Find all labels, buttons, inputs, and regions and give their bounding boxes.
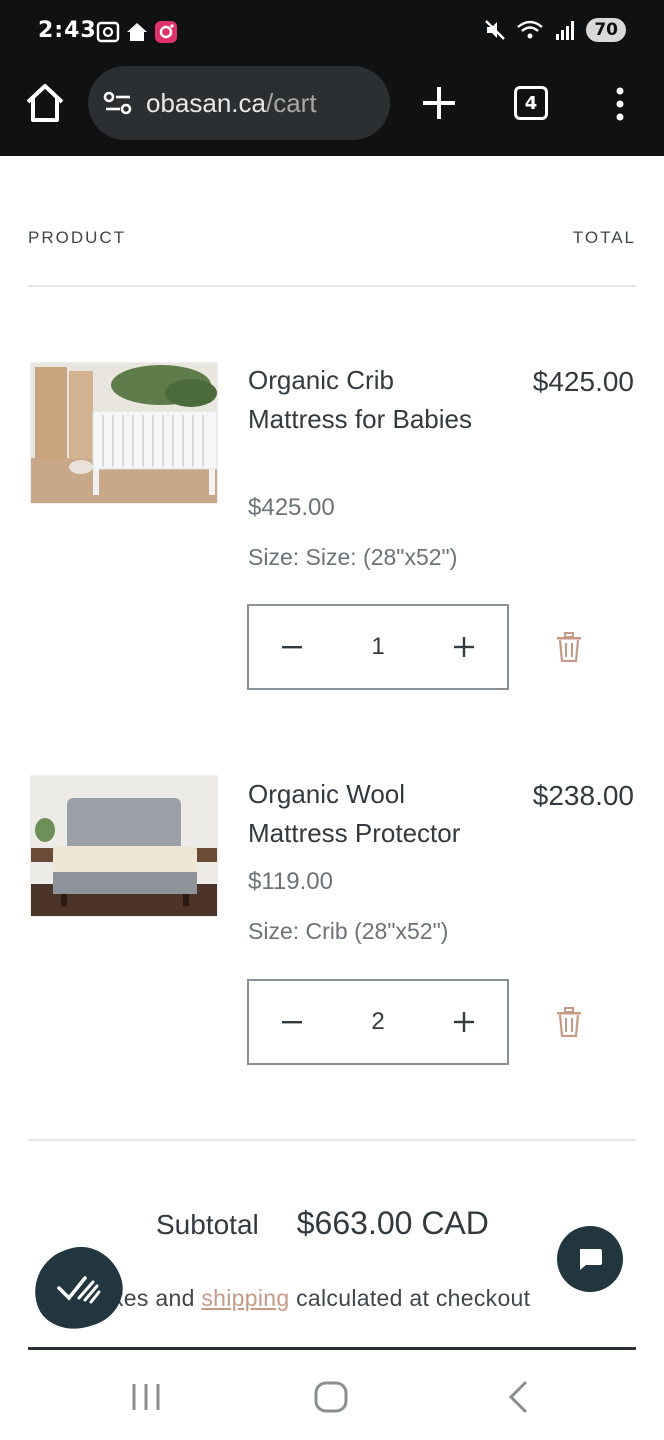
taxes-note: xes and shipping calculated at checkout <box>112 1285 530 1312</box>
subtotal-label: Subtotal <box>156 1209 259 1240</box>
chat-button[interactable] <box>557 1226 623 1292</box>
wifi-icon <box>517 20 544 39</box>
item-size: Size: Crib (28"x52") <box>248 918 449 944</box>
status-left-icons <box>96 20 178 44</box>
item-size: Size: Size: (28"x52") <box>248 544 458 570</box>
mattress-protector-image[interactable] <box>30 775 218 917</box>
minus-icon <box>282 646 302 649</box>
divider <box>28 1139 636 1141</box>
battery-indicator: 70 <box>586 18 626 42</box>
signal-icon <box>556 21 575 40</box>
item-unit-price: $425.00 <box>248 494 335 521</box>
bed-photo <box>31 776 217 916</box>
crib-mattress-image[interactable] <box>30 362 218 504</box>
item-title[interactable]: Organic Crib Mattress for Babies <box>248 361 498 439</box>
plus-icon <box>454 1012 474 1032</box>
crib-photo <box>31 363 217 503</box>
status-right-icons: 70 <box>484 18 626 42</box>
checkout-section-border <box>28 1347 636 1350</box>
minus-icon <box>282 1021 302 1024</box>
quantity-stepper: 2 <box>247 979 509 1065</box>
system-navigation-bar <box>0 1356 664 1440</box>
browser-toolbar: obasan.ca/cart 4 <box>0 60 664 156</box>
item-line-total: $425.00 <box>532 366 634 397</box>
address-bar[interactable]: obasan.ca/cart <box>88 66 390 140</box>
url-text[interactable]: obasan.ca/cart <box>146 88 317 119</box>
new-tab-button[interactable] <box>420 84 458 122</box>
more-options-icon[interactable] <box>610 86 630 122</box>
check-marks-icon <box>57 1276 101 1304</box>
divider <box>28 285 636 287</box>
accessibility-badge-button[interactable] <box>23 1236 133 1340</box>
cart-table-header: PRODUCT TOTAL <box>28 228 636 248</box>
header-total: TOTAL <box>572 228 636 247</box>
item-unit-price: $119.00 <box>248 868 333 895</box>
status-bar: 2:43 70 <box>0 0 664 60</box>
tab-count: 4 <box>524 92 538 114</box>
screenshot-icon <box>96 21 120 43</box>
url-path: /cart <box>265 87 317 118</box>
taxes-suffix: calculated at checkout <box>289 1285 531 1311</box>
subtotal-value: $663.00 CAD <box>296 1205 489 1241</box>
site-settings-icon[interactable] <box>102 89 134 117</box>
item-line-total: $238.00 <box>532 780 634 811</box>
taxes-prefix: xes and <box>112 1285 202 1311</box>
home-button[interactable] <box>24 82 66 124</box>
quantity-input[interactable]: 2 <box>335 1008 421 1036</box>
quantity-stepper: 1 <box>247 604 509 690</box>
plus-icon <box>454 637 474 657</box>
home-nav-icon[interactable] <box>314 1381 348 1413</box>
tab-switcher-button[interactable]: 4 <box>514 86 548 120</box>
home-icon <box>127 23 147 41</box>
increase-quantity-button[interactable] <box>421 981 507 1063</box>
header-product: PRODUCT <box>28 228 127 247</box>
decrease-quantity-button[interactable] <box>249 606 335 688</box>
mute-icon <box>485 20 506 40</box>
decrease-quantity-button[interactable] <box>249 981 335 1063</box>
recent-apps-icon[interactable] <box>130 1382 162 1412</box>
remove-item-trash-icon[interactable] <box>556 1007 582 1037</box>
quantity-input[interactable]: 1 <box>335 633 421 661</box>
status-time: 2:43 <box>38 18 97 43</box>
shipping-link[interactable]: shipping <box>201 1285 289 1311</box>
remove-item-trash-icon[interactable] <box>556 632 582 662</box>
increase-quantity-button[interactable] <box>421 606 507 688</box>
chat-bubble-icon <box>580 1249 602 1270</box>
item-title[interactable]: Organic Wool Mattress Protector <box>248 775 498 853</box>
instagram-icon <box>155 21 177 43</box>
url-domain: obasan.ca <box>146 87 266 118</box>
subtotal-row: Subtotal $663.00 CAD <box>156 1205 489 1242</box>
back-nav-icon[interactable] <box>506 1380 530 1414</box>
